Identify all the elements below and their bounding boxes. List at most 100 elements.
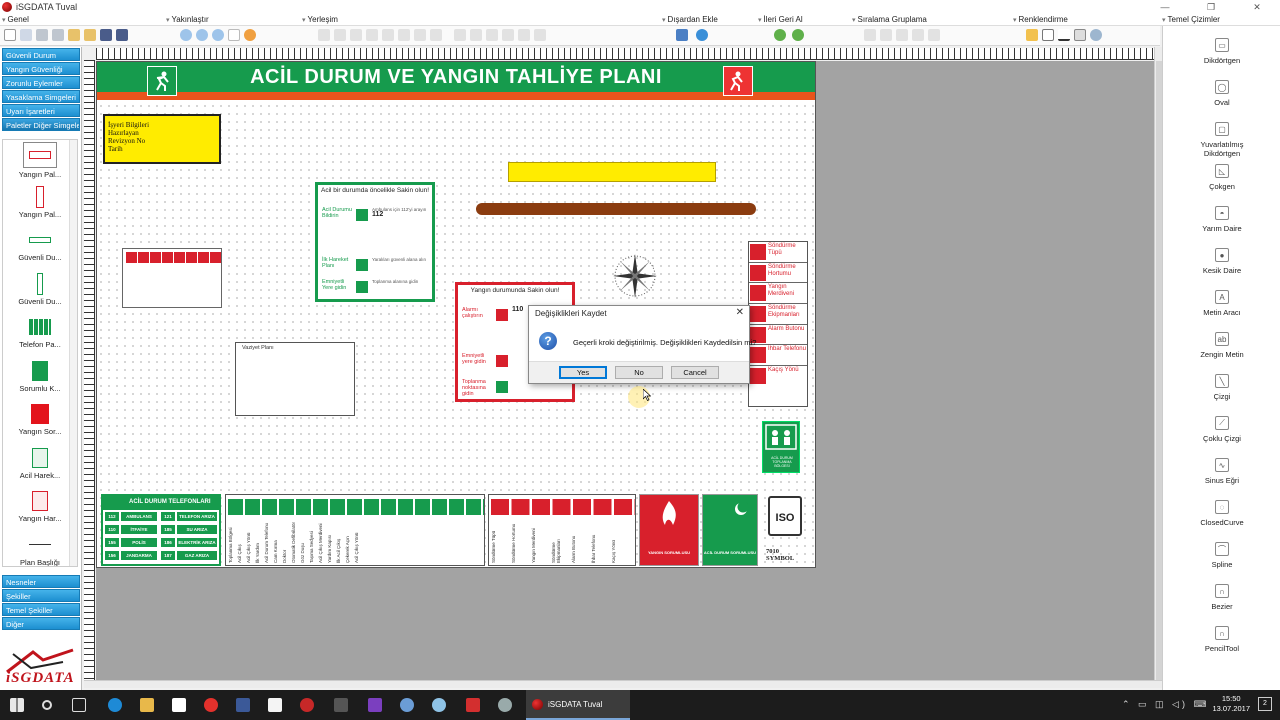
brown-bar-shape[interactable] — [476, 203, 756, 215]
line-color-icon[interactable] — [1058, 29, 1070, 41]
category-yangin-guvenligi[interactable]: Yangın Güvenliği — [2, 62, 80, 75]
tool-zengin-metin[interactable]: ab Zengin Metin — [1163, 332, 1280, 359]
menu-yakinlastir[interactable]: Yakınlaştır — [166, 15, 209, 24]
category-zorunlu-eylemler[interactable]: Zorunlu Eylemler — [2, 76, 80, 89]
menu-siralama-gruplama[interactable]: Sıralama Gruplama — [852, 15, 927, 24]
minimize-button[interactable]: — — [1142, 2, 1188, 13]
system-tray-icons[interactable]: ⌃ ▭ ◫ ◁) ⌨ — [1122, 699, 1209, 710]
emergency-phones-table[interactable]: ACİL DURUM TELEFONLARI 112 AMBULANS 121 … — [101, 494, 221, 566]
menu-temel-cizimler[interactable]: Temel Çizimler — [1162, 15, 1220, 24]
no-button[interactable]: No — [615, 366, 663, 379]
print-icon[interactable] — [36, 29, 48, 41]
menu-ileri-geri-al[interactable]: İleri Geri Al — [758, 15, 803, 24]
tool-yarim-daire[interactable]: ◓ Yarım Daire — [1163, 206, 1280, 233]
bring-forward-icon[interactable] — [928, 29, 940, 41]
store-icon[interactable] — [172, 698, 186, 712]
tool-bezier[interactable]: ∩ Bezier — [1163, 584, 1280, 611]
app-icon-generic[interactable] — [334, 698, 348, 712]
print-preview-icon[interactable] — [52, 29, 64, 41]
palette-item[interactable]: Yangın Pal... — [3, 185, 77, 228]
tool-closed-curve[interactable]: ◌ ClosedCurve — [1163, 500, 1280, 527]
category-yasaklama-simgeleri[interactable]: Yasaklama Simgeleri — [2, 90, 80, 103]
horizontal-scrollbar[interactable] — [84, 680, 1162, 688]
import-web-icon[interactable] — [696, 29, 708, 41]
dialog-close-icon[interactable]: ✕ — [736, 307, 744, 318]
import-image-icon[interactable] — [676, 29, 688, 41]
cancel-button[interactable]: Cancel — [671, 366, 719, 379]
emergency-responsible-card[interactable]: ACİL DURUM SORUMLUSU — [702, 494, 758, 566]
vertical-scrollbar[interactable] — [1154, 47, 1162, 681]
category-guvenli-durum[interactable]: Güvenli Durum — [2, 48, 80, 61]
yellow-bar-shape[interactable] — [508, 162, 716, 182]
menu-genel[interactable]: Genel — [2, 15, 29, 24]
file-explorer-icon[interactable] — [140, 698, 154, 712]
tool-metin-araci[interactable]: A Metin Aracı — [1163, 290, 1280, 317]
pointer-icon[interactable] — [228, 29, 240, 41]
zoom-fit-icon[interactable] — [212, 29, 224, 41]
folder-open-icon[interactable] — [84, 29, 96, 41]
tool-spline[interactable]: ⌒ Spline — [1163, 542, 1280, 569]
tool-dikdortgen[interactable]: ▭ Dikdörtgen — [1163, 38, 1280, 65]
fire-sign-strip-bottom[interactable]: Söndürme Tüpü Söndürme Hortumu Yangın Me… — [488, 494, 636, 566]
zoom-out-icon[interactable] — [196, 29, 208, 41]
yandex-icon[interactable] — [204, 698, 218, 712]
palette-item[interactable]: Acil Harek... — [3, 447, 77, 489]
palette-scrollbar[interactable] — [69, 140, 77, 566]
grid-icon[interactable] — [502, 29, 514, 41]
notification-icon[interactable]: 2 — [1258, 697, 1272, 711]
center-page-icon[interactable] — [486, 29, 498, 41]
shadow-icon[interactable] — [1074, 29, 1086, 41]
category-uyari-isaretleri[interactable]: Uyarı İşaretleri — [2, 104, 80, 117]
settings-gear-icon[interactable] — [1090, 29, 1102, 41]
redo-icon[interactable] — [792, 29, 804, 41]
space-horizontal-icon[interactable] — [454, 29, 466, 41]
save-icon[interactable] — [100, 29, 112, 41]
tool-sinus-egri[interactable]: ∿ Sinus Eğri — [1163, 458, 1280, 485]
workplace-info-box[interactable]: İşyeri Bilgileri Hazırlayan Revizyon No … — [103, 114, 221, 164]
fill-color-icon[interactable] — [1026, 29, 1038, 41]
menu-disardan-ekle[interactable]: Dışardan Ekle — [662, 15, 718, 24]
filezilla-icon[interactable] — [466, 698, 480, 712]
align-center-icon[interactable] — [334, 29, 346, 41]
align-left-icon[interactable] — [318, 29, 330, 41]
tool-pencil[interactable]: ∩ PencilTool — [1163, 626, 1280, 653]
new-file-icon[interactable] — [4, 29, 16, 41]
search-icon[interactable] — [42, 700, 52, 710]
undo-icon[interactable] — [774, 29, 786, 41]
group-icon[interactable] — [864, 29, 876, 41]
palette-item[interactable]: Güvenli Du... — [3, 229, 77, 271]
category-nesneler[interactable]: Nesneler — [2, 575, 80, 588]
save-changes-dialog[interactable]: Değişiklikleri Kaydet ✕ ? Geçerli kroki … — [528, 305, 756, 384]
palette-item[interactable]: Yangın Sor... — [3, 403, 77, 445]
palette-item[interactable]: Yangın Har... — [3, 490, 77, 532]
align-right-icon[interactable] — [350, 29, 362, 41]
visual-studio-icon[interactable] — [368, 698, 382, 712]
align-bottom-icon[interactable] — [398, 29, 410, 41]
fire-sign-strip[interactable] — [122, 248, 222, 308]
facebook-icon[interactable] — [236, 698, 250, 712]
open-icon[interactable] — [20, 29, 32, 41]
palette-item[interactable]: Telefon Pa... — [3, 316, 77, 358]
tool-kesik-daire[interactable]: ● Kesik Daire — [1163, 248, 1280, 275]
site-plan-box[interactable]: Vaziyet Planı — [235, 342, 355, 416]
tool-yuvarlatilmis-dikdortgen[interactable]: ▢ Yuvarlatılmış Dikdörtgen — [1163, 122, 1280, 158]
tool-coklu-cizgi[interactable]: ⟋ Çoklu Çizgi — [1163, 416, 1280, 443]
palette-item[interactable]: Sorumlu K... — [3, 360, 77, 402]
menu-yerlesim[interactable]: Yerleşim — [302, 15, 338, 24]
palette-item[interactable]: Yangın Pal... — [3, 142, 77, 184]
palette-item[interactable]: Güvenli Du... — [3, 272, 77, 315]
tool-cizgi[interactable]: ╲ Çizgi — [1163, 374, 1280, 401]
assembly-point-sign[interactable]: ACİL DURUM TOPLANMA BÖLGESİ — [762, 421, 800, 473]
category-temel-sekiller[interactable]: Temel Şekiller — [2, 603, 80, 616]
palette-item[interactable]: Plan Başlığı — [3, 534, 77, 566]
align-middle-icon[interactable] — [382, 29, 394, 41]
clock[interactable]: 15:50 13.07.2017 — [1212, 694, 1250, 714]
browser-icon[interactable] — [400, 698, 414, 712]
menu-renklendirme[interactable]: Renklendirme — [1013, 15, 1068, 24]
compass-rose-icon[interactable] — [611, 252, 659, 300]
tool-oval[interactable]: ◯ Oval — [1163, 80, 1280, 107]
tool-app-icon[interactable] — [498, 698, 512, 712]
line-style-icon[interactable] — [1042, 29, 1054, 41]
pan-icon[interactable] — [244, 29, 256, 41]
edge-browser-icon[interactable] — [108, 698, 122, 712]
